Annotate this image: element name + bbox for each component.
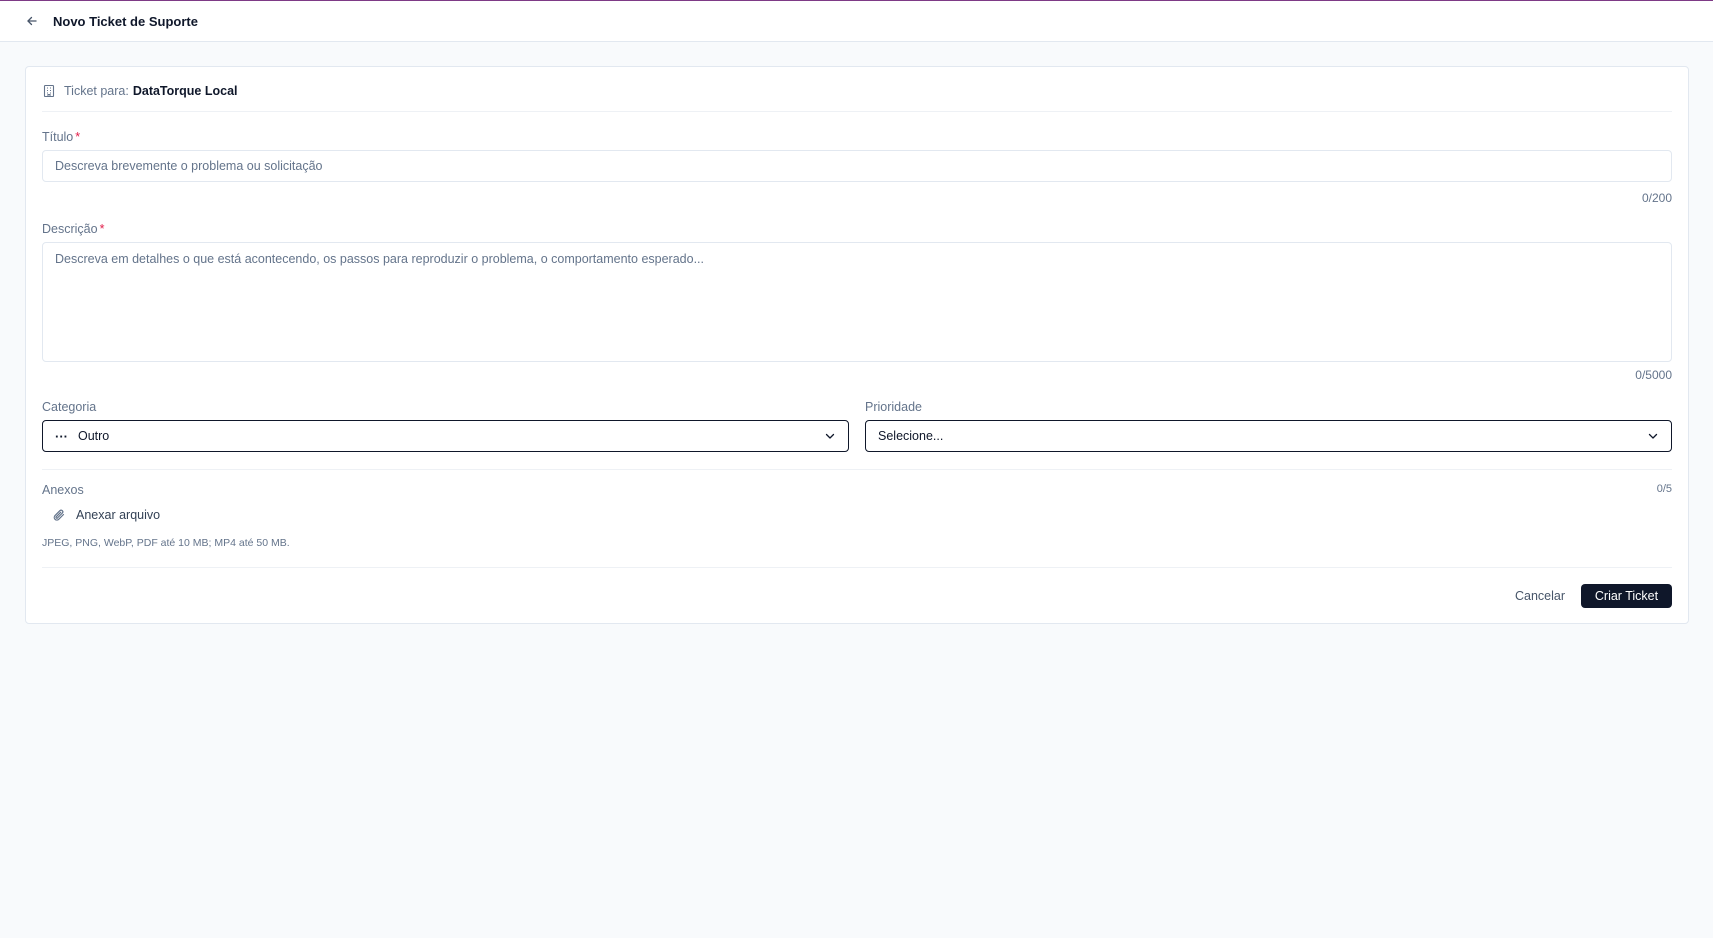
description-textarea[interactable] xyxy=(42,242,1672,362)
attach-file-label: Anexar arquivo xyxy=(76,508,161,522)
category-label: Categoria xyxy=(42,400,97,414)
organization-name: DataTorque Local xyxy=(132,84,238,98)
attach-file-button[interactable]: Anexar arquivo xyxy=(52,508,160,522)
create-ticket-button[interactable]: Criar Ticket xyxy=(1581,584,1672,608)
attachments-label: Anexos xyxy=(42,483,84,497)
category-selected-value: Outro xyxy=(78,429,110,443)
arrow-left-icon xyxy=(26,15,38,27)
paperclip-icon xyxy=(52,508,66,522)
ticket-for-row: Ticket para: DataTorque Local xyxy=(42,82,238,100)
ticket-form-card: Ticket para: DataTorque Local Título* 0/… xyxy=(25,66,1689,624)
title-label: Título * xyxy=(42,130,80,144)
cancel-button[interactable]: Cancelar xyxy=(1511,585,1569,607)
priority-select[interactable]: Selecione... xyxy=(865,420,1672,452)
attachments-hint: JPEG, PNG, WebP, PDF até 10 MB; MP4 até … xyxy=(42,537,290,549)
description-label-text: Descrição xyxy=(42,222,98,236)
chevron-down-icon xyxy=(824,430,836,442)
required-mark: * xyxy=(99,222,105,236)
category-select[interactable]: ··· Outro xyxy=(42,420,849,452)
page-title: Novo Ticket de Suporte xyxy=(53,14,198,29)
title-label-text: Título xyxy=(42,130,74,144)
priority-selected-value: Selecione... xyxy=(878,429,944,443)
divider xyxy=(42,111,1672,112)
divider xyxy=(42,567,1672,568)
priority-label: Prioridade xyxy=(865,400,922,414)
more-horizontal-icon: ··· xyxy=(55,428,68,444)
back-button[interactable] xyxy=(22,11,42,31)
attachments-counter: 0/5 xyxy=(1656,483,1672,495)
title-char-counter: 0/200 xyxy=(1641,191,1672,205)
required-mark: * xyxy=(75,130,81,144)
title-input[interactable] xyxy=(42,150,1672,182)
divider xyxy=(42,469,1672,470)
page-header: Novo Ticket de Suporte xyxy=(0,1,1713,42)
building-icon xyxy=(42,84,56,98)
description-char-counter: 0/5000 xyxy=(1635,368,1672,382)
ticket-for-label: Ticket para: xyxy=(64,84,129,98)
chevron-down-icon xyxy=(1647,430,1659,442)
description-label: Descrição * xyxy=(42,222,104,236)
